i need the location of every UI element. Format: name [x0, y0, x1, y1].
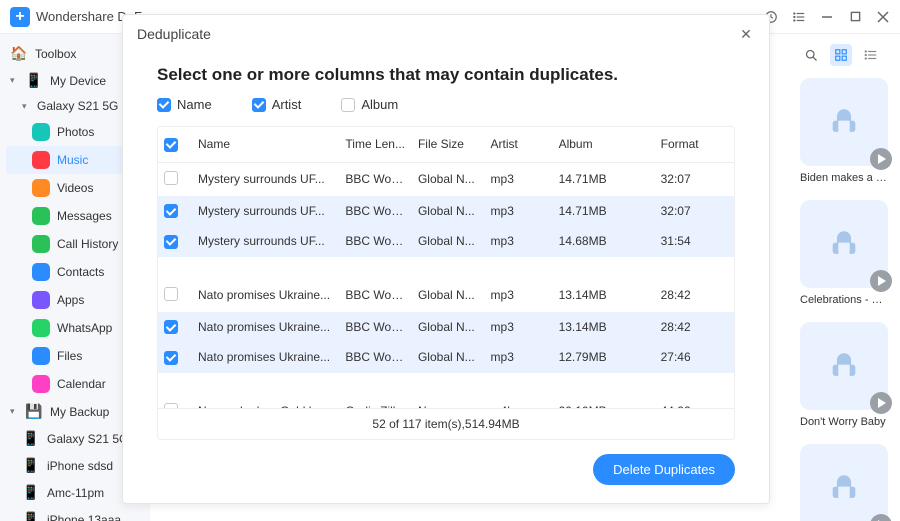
cell-album: 14.71MB — [553, 196, 655, 227]
cell-name: Nato promises Ukraine... — [192, 312, 339, 343]
row-checkbox[interactable] — [164, 287, 178, 301]
cell-time: BBC Worl... — [339, 312, 412, 343]
duplicates-table: NameTime Len...File SizeArtistAlbumForma… — [157, 126, 735, 440]
cell-name: Nato promises Ukraine... — [192, 279, 339, 312]
row-checkbox[interactable] — [164, 204, 178, 218]
cell-album: 14.68MB — [553, 226, 655, 257]
table-footer: 52 of 117 item(s),514.94MB — [158, 408, 734, 439]
cell-time: BBC Worl... — [339, 162, 412, 196]
cell-album: 13.14MB — [553, 279, 655, 312]
modal-title: Deduplicate — [137, 26, 211, 42]
cell-artist: mp3 — [485, 342, 553, 373]
cell-time: BBC Worl... — [339, 226, 412, 257]
column-filter-name[interactable]: Name — [157, 97, 212, 112]
column-filter-album[interactable]: Album — [341, 97, 398, 112]
table-row[interactable]: Nato promises Ukraine... BBC Worl... Glo… — [158, 342, 734, 373]
cell-time: BBC Worl... — [339, 196, 412, 227]
cell-format: 27:46 — [655, 342, 734, 373]
column-filter-artist[interactable]: Artist — [252, 97, 302, 112]
cell-size: Global N... — [412, 196, 485, 227]
cell-size: Global N... — [412, 279, 485, 312]
cell-album: 12.79MB — [553, 342, 655, 373]
checkbox-icon[interactable] — [157, 98, 171, 112]
cell-format: 32:07 — [655, 196, 734, 227]
cell-size: Global N... — [412, 162, 485, 196]
row-checkbox[interactable] — [164, 320, 178, 334]
deduplicate-modal: Deduplicate ✕ Select one or more columns… — [122, 14, 770, 504]
cell-size: Nur noch ... — [412, 395, 485, 409]
cell-format: 31:54 — [655, 226, 734, 257]
column-header[interactable]: Format — [655, 127, 734, 162]
checkbox-icon[interactable] — [252, 98, 266, 112]
select-all-checkbox[interactable] — [164, 138, 178, 152]
cell-artist: mp3 — [485, 279, 553, 312]
cell-artist: mp3 — [485, 196, 553, 227]
table-row[interactable]: Nato promises Ukraine... BBC Worl... Glo… — [158, 312, 734, 343]
cell-time: BBC Worl... — [339, 342, 412, 373]
cell-time: Gerlis Zill... — [339, 395, 412, 409]
cell-album: 13.14MB — [553, 312, 655, 343]
cell-format: 28:42 — [655, 279, 734, 312]
row-checkbox[interactable] — [164, 351, 178, 365]
table-row[interactable]: Mystery surrounds UF... BBC Worl... Glob… — [158, 226, 734, 257]
cell-size: Global N... — [412, 312, 485, 343]
cell-name: Mystery surrounds UF... — [192, 162, 339, 196]
column-header[interactable]: Artist — [485, 127, 553, 162]
cell-format: 44:22 — [655, 395, 734, 409]
cell-size: Global N... — [412, 342, 485, 373]
close-icon[interactable]: ✕ — [737, 25, 755, 43]
row-checkbox[interactable] — [164, 171, 178, 185]
column-header[interactable]: Name — [192, 127, 339, 162]
table-row[interactable]: Nato promises Ukraine... BBC Worl... Glo… — [158, 279, 734, 312]
table-row[interactable]: Mystery surrounds UF... BBC Worl... Glob… — [158, 162, 734, 196]
select-all-header[interactable] — [158, 127, 192, 162]
delete-duplicates-button[interactable]: Delete Duplicates — [593, 454, 735, 485]
column-header[interactable]: Album — [553, 127, 655, 162]
column-header[interactable]: Time Len... — [339, 127, 412, 162]
cell-name: Mystery surrounds UF... — [192, 196, 339, 227]
cell-name: Mystery surrounds UF... — [192, 226, 339, 257]
modal-headline: Select one or more columns that may cont… — [157, 65, 735, 85]
column-header[interactable]: File Size — [412, 127, 485, 162]
cell-format: 28:42 — [655, 312, 734, 343]
cell-time: BBC Worl... — [339, 279, 412, 312]
cell-artist: m4b — [485, 395, 553, 409]
cell-format: 32:07 — [655, 162, 734, 196]
cell-artist: mp3 — [485, 226, 553, 257]
column-filter-row: Name Artist Album — [157, 97, 735, 112]
cell-artist: mp3 — [485, 312, 553, 343]
row-checkbox[interactable] — [164, 235, 178, 249]
table-row[interactable]: Nur noch eben Geld ho... Gerlis Zill... … — [158, 395, 734, 409]
checkbox-icon[interactable] — [341, 98, 355, 112]
cell-name: Nato promises Ukraine... — [192, 342, 339, 373]
cell-name: Nur noch eben Geld ho... — [192, 395, 339, 409]
cell-size: Global N... — [412, 226, 485, 257]
table-row[interactable]: Mystery surrounds UF... BBC Worl... Glob… — [158, 196, 734, 227]
cell-artist: mp3 — [485, 162, 553, 196]
cell-album: 14.71MB — [553, 162, 655, 196]
cell-album: 20.10MB — [553, 395, 655, 409]
